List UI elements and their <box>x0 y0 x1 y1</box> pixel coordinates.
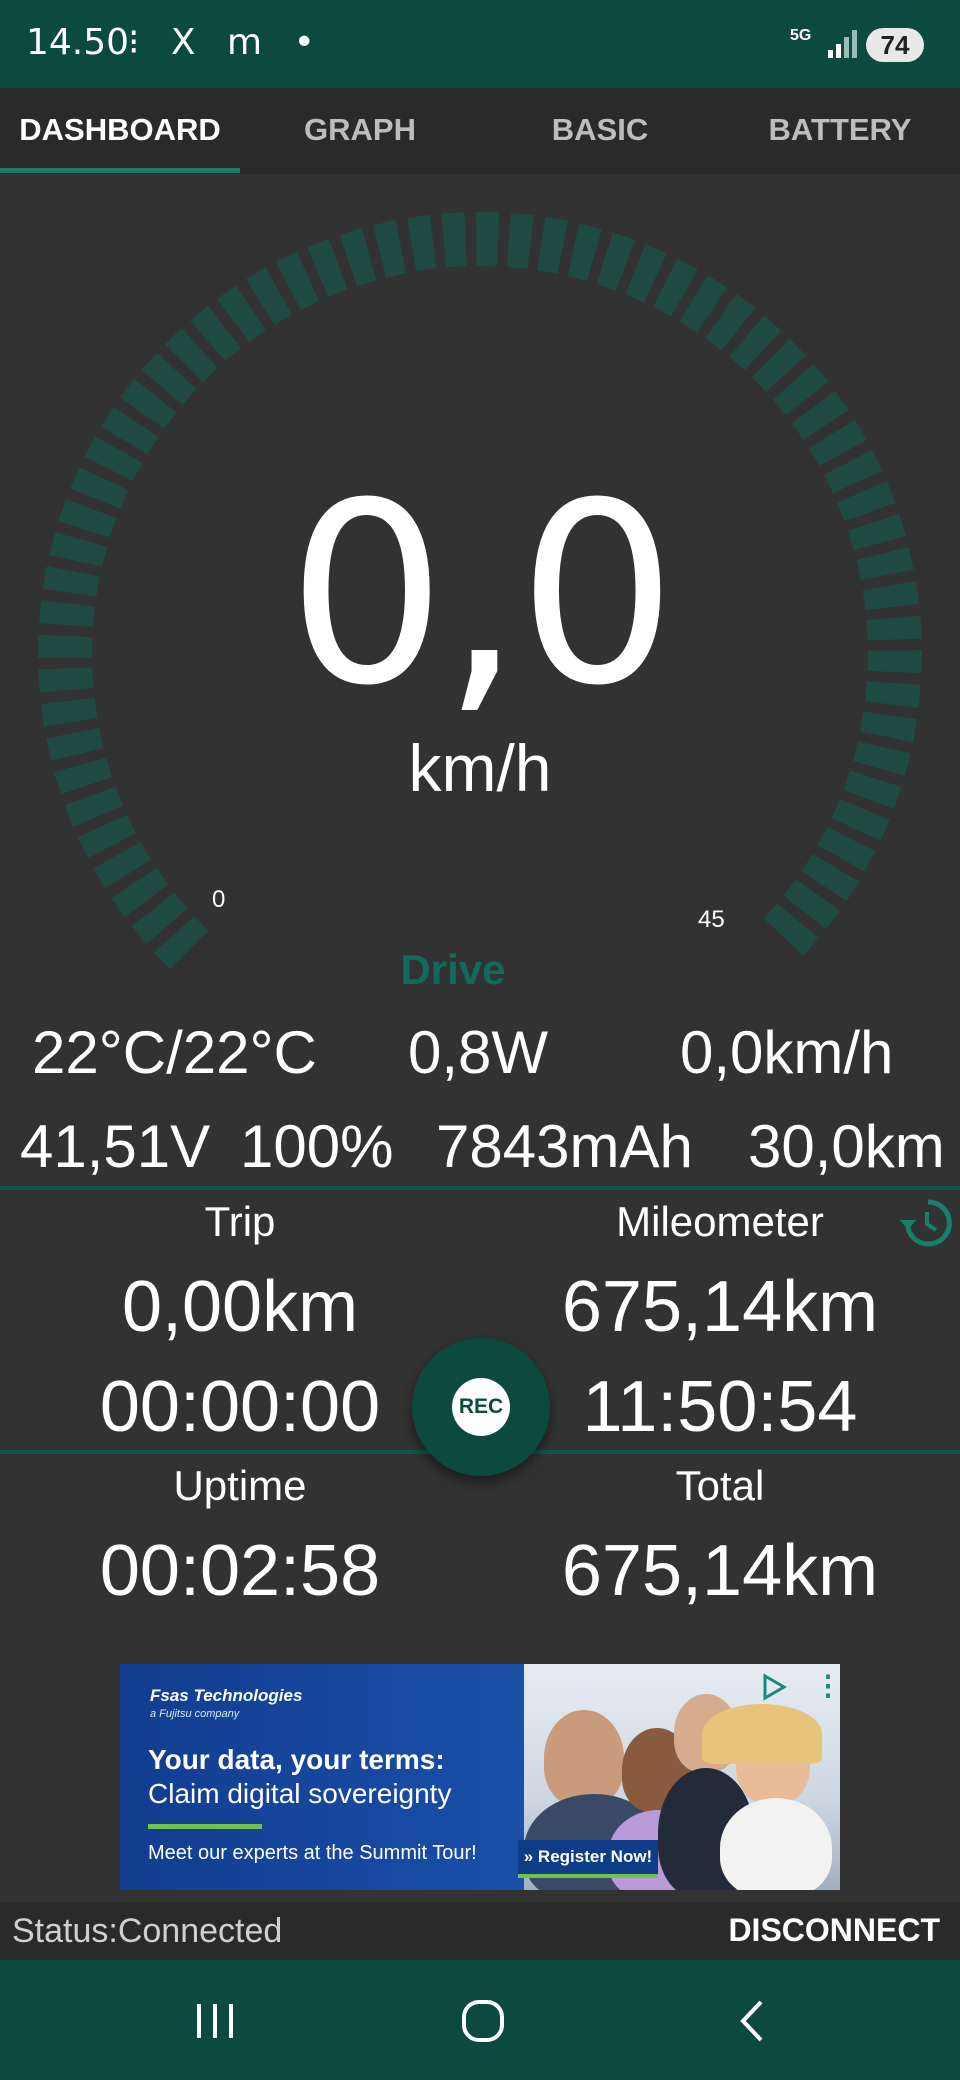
mcdonalds-icon: m <box>227 22 273 63</box>
history-icon[interactable] <box>898 1196 952 1250</box>
ad-subline: Claim digital sovereignty <box>148 1778 452 1809</box>
divider-top <box>0 1186 960 1190</box>
back-icon[interactable] <box>703 1960 803 2080</box>
uptime-label: Uptime <box>173 1462 307 1509</box>
ride-mode: Drive <box>400 946 506 993</box>
notification-icons: ⁝ X m • <box>128 22 325 63</box>
ad-cta-text: Meet our experts at the Summit Tour! <box>148 1842 477 1864</box>
ad-accent-bar <box>148 1824 262 1829</box>
steps-icon: ⁝ <box>128 22 150 63</box>
gauge-segment <box>307 238 348 297</box>
tab-dashboard[interactable]: DASHBOARD <box>0 88 240 174</box>
record-button[interactable]: REC <box>412 1338 550 1476</box>
mileometer-distance: 675,14km <box>561 1267 879 1347</box>
range-value: 30,0km <box>748 1113 945 1180</box>
temperature-value: 22°C/22°C <box>32 1019 317 1086</box>
mileometer-label: Mileometer <box>616 1198 824 1245</box>
adchoices-icon[interactable] <box>756 1670 790 1704</box>
tab-battery[interactable]: BATTERY <box>720 88 960 174</box>
tab-indicator <box>0 168 240 173</box>
voltage-value: 41,51V <box>20 1113 211 1180</box>
gauge-segment <box>507 213 534 269</box>
ad-headline: Your data, your terms: <box>148 1744 445 1775</box>
gauge-segment <box>476 212 500 267</box>
ad-brand: Fsas Technologies <box>150 1686 303 1705</box>
system-nav-bar <box>0 1960 960 2080</box>
clock: 14.50 <box>26 22 130 63</box>
total-label: Total <box>675 1462 765 1509</box>
tab-basic[interactable]: BASIC <box>480 88 720 174</box>
total-value: 675,14km <box>561 1531 879 1611</box>
battery-percent-value: 100% <box>240 1113 394 1180</box>
gauge-min-label: 0 <box>212 886 226 913</box>
ad-more-icon[interactable]: ⋮ <box>814 1672 840 1700</box>
ad-banner[interactable]: Fsas Technologies a Fujitsu company Your… <box>120 1664 840 1890</box>
gauge-segment <box>537 216 569 274</box>
gauge-max-label: 45 <box>698 906 725 933</box>
uptime-value: 00:02:58 <box>99 1531 381 1611</box>
home-icon[interactable] <box>433 1960 533 2080</box>
gauge-segment <box>407 214 437 272</box>
ad-register-button[interactable]: » Register Now! <box>518 1840 658 1878</box>
trip-label: Trip <box>204 1198 276 1245</box>
gauge-segment <box>339 228 377 287</box>
mileometer-time: 11:50:54 <box>582 1367 858 1447</box>
gauge-segment <box>441 212 467 268</box>
trip-distance: 0,00km <box>121 1267 359 1347</box>
tab-graph[interactable]: GRAPH <box>240 88 480 174</box>
speed-unit: km/h <box>408 731 552 805</box>
power-value: 0,8W <box>408 1019 549 1086</box>
gauge-segment <box>596 232 635 291</box>
x-icon: X <box>170 22 206 63</box>
network-type: 5G <box>790 27 812 44</box>
battery-indicator: 74 <box>866 28 924 62</box>
trip-time: 00:00:00 <box>99 1367 381 1447</box>
gauge-segment <box>373 220 406 278</box>
signal-icon <box>828 30 857 58</box>
ad-brand-sub: a Fujitsu company <box>150 1708 240 1720</box>
rec-label: REC <box>452 1378 510 1436</box>
notification-dot: • <box>293 22 325 63</box>
tab-bar: DASHBOARD GRAPH BASIC BATTERY <box>0 88 960 174</box>
recents-icon[interactable] <box>165 1960 265 2080</box>
capacity-value: 7843mAh <box>436 1113 693 1180</box>
speed-value: 0,0 <box>287 449 677 740</box>
disconnect-button[interactable]: DISCONNECT <box>700 1912 940 1949</box>
status-bar: 14.50 ⁝ X m • 5G 74 <box>0 0 960 88</box>
gauge-segment <box>567 223 602 282</box>
connection-status: Status:Connected <box>12 1912 283 1950</box>
secondary-speed-value: 0,0km/h <box>680 1019 894 1086</box>
